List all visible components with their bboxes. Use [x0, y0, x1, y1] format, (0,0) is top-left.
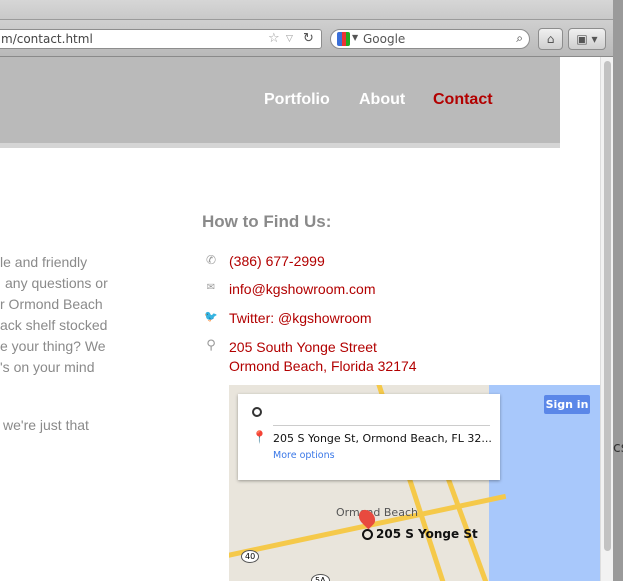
find-us-heading: How to Find Us:	[202, 212, 332, 231]
sign-in-button[interactable]: Sign in	[544, 395, 590, 414]
engine-dropdown-icon[interactable]: ▼	[352, 33, 358, 42]
pin-label: 205 S Yonge St	[376, 527, 478, 541]
web-page: Portfolio About Contact le and friendly …	[0, 57, 600, 581]
history-dropdown-icon[interactable]: ▽	[286, 34, 293, 44]
intro-text-line: e your thing? We	[0, 338, 106, 354]
email-icon: ✉	[206, 282, 216, 293]
intro-text-line: ack shelf stocked	[0, 317, 108, 333]
search-placeholder: Google	[363, 32, 406, 46]
bookmark-star-icon[interactable]: ☆	[268, 31, 280, 46]
browser-toolbar: m/contact.html ☆ ▽ ↻ ▼ Google ⌕ ⌂ ▣ ▾	[0, 0, 613, 57]
road-shield-40: 40	[241, 550, 260, 563]
road-shield-5a: 5A	[311, 574, 330, 581]
location-pin-icon: ⚲	[206, 338, 216, 353]
google-icon	[337, 32, 350, 46]
address-line-2[interactable]: Ormond Beach, Florida 32174	[229, 357, 417, 376]
target-icon	[362, 529, 373, 540]
phone-icon: ✆	[205, 253, 217, 267]
url-text: m/contact.html	[1, 32, 93, 46]
vertical-scrollbar[interactable]	[600, 57, 613, 581]
bookmarks-button[interactable]: ▣ ▾	[568, 28, 606, 50]
search-icon[interactable]: ⌕	[516, 31, 523, 46]
email-link[interactable]: info@kgshowroom.com	[229, 280, 376, 299]
city-label: Ormond Beach	[336, 506, 418, 519]
background-window-text: cs	[613, 440, 623, 456]
nav-portfolio[interactable]: Portfolio	[264, 91, 330, 109]
intro-text-line: we're just that	[3, 417, 89, 433]
origin-circle-icon[interactable]	[252, 407, 262, 417]
scrollbar-thumb[interactable]	[604, 61, 611, 551]
home-icon: ⌂	[546, 32, 555, 46]
address-line-1[interactable]: 205 South Yonge Street	[229, 338, 377, 357]
bookmarks-icon: ▣ ▾	[576, 32, 598, 46]
address-bar[interactable]: m/contact.html ☆ ▽ ↻	[0, 29, 322, 49]
intro-text-line: le and friendly	[0, 254, 88, 270]
divider	[273, 425, 490, 426]
intro-text-line: r Ormond Beach	[0, 296, 103, 312]
intro-text-line: 's on your mind	[0, 359, 95, 375]
search-box[interactable]: ▼ Google ⌕	[330, 29, 530, 49]
browser-window: m/contact.html ☆ ▽ ↻ ▼ Google ⌕ ⌂ ▣ ▾ Po…	[0, 0, 613, 581]
reload-icon[interactable]: ↻	[303, 31, 314, 46]
home-button[interactable]: ⌂	[538, 28, 563, 50]
title-bar	[0, 0, 613, 20]
twitter-icon: 🐦	[204, 310, 218, 323]
phone-link[interactable]: (386) 677-2999	[229, 252, 325, 271]
nav-about[interactable]: About	[359, 91, 405, 109]
nav-contact[interactable]: Contact	[433, 91, 493, 109]
more-options-link[interactable]: More options	[273, 450, 335, 461]
map-water	[489, 385, 600, 581]
site-header: Portfolio About Contact	[0, 57, 560, 148]
twitter-link[interactable]: Twitter: @kgshowroom	[229, 309, 372, 328]
destination-address[interactable]: 205 S Yonge St, Ormond Beach, FL 32...	[273, 432, 492, 445]
directions-card: 📍 205 S Yonge St, Ormond Beach, FL 32...…	[238, 394, 500, 480]
embedded-map[interactable]: 📍 205 S Yonge St, Ormond Beach, FL 32...…	[229, 385, 600, 581]
destination-pin-icon: 📍	[252, 430, 267, 444]
intro-text-line: any questions or	[5, 275, 108, 291]
